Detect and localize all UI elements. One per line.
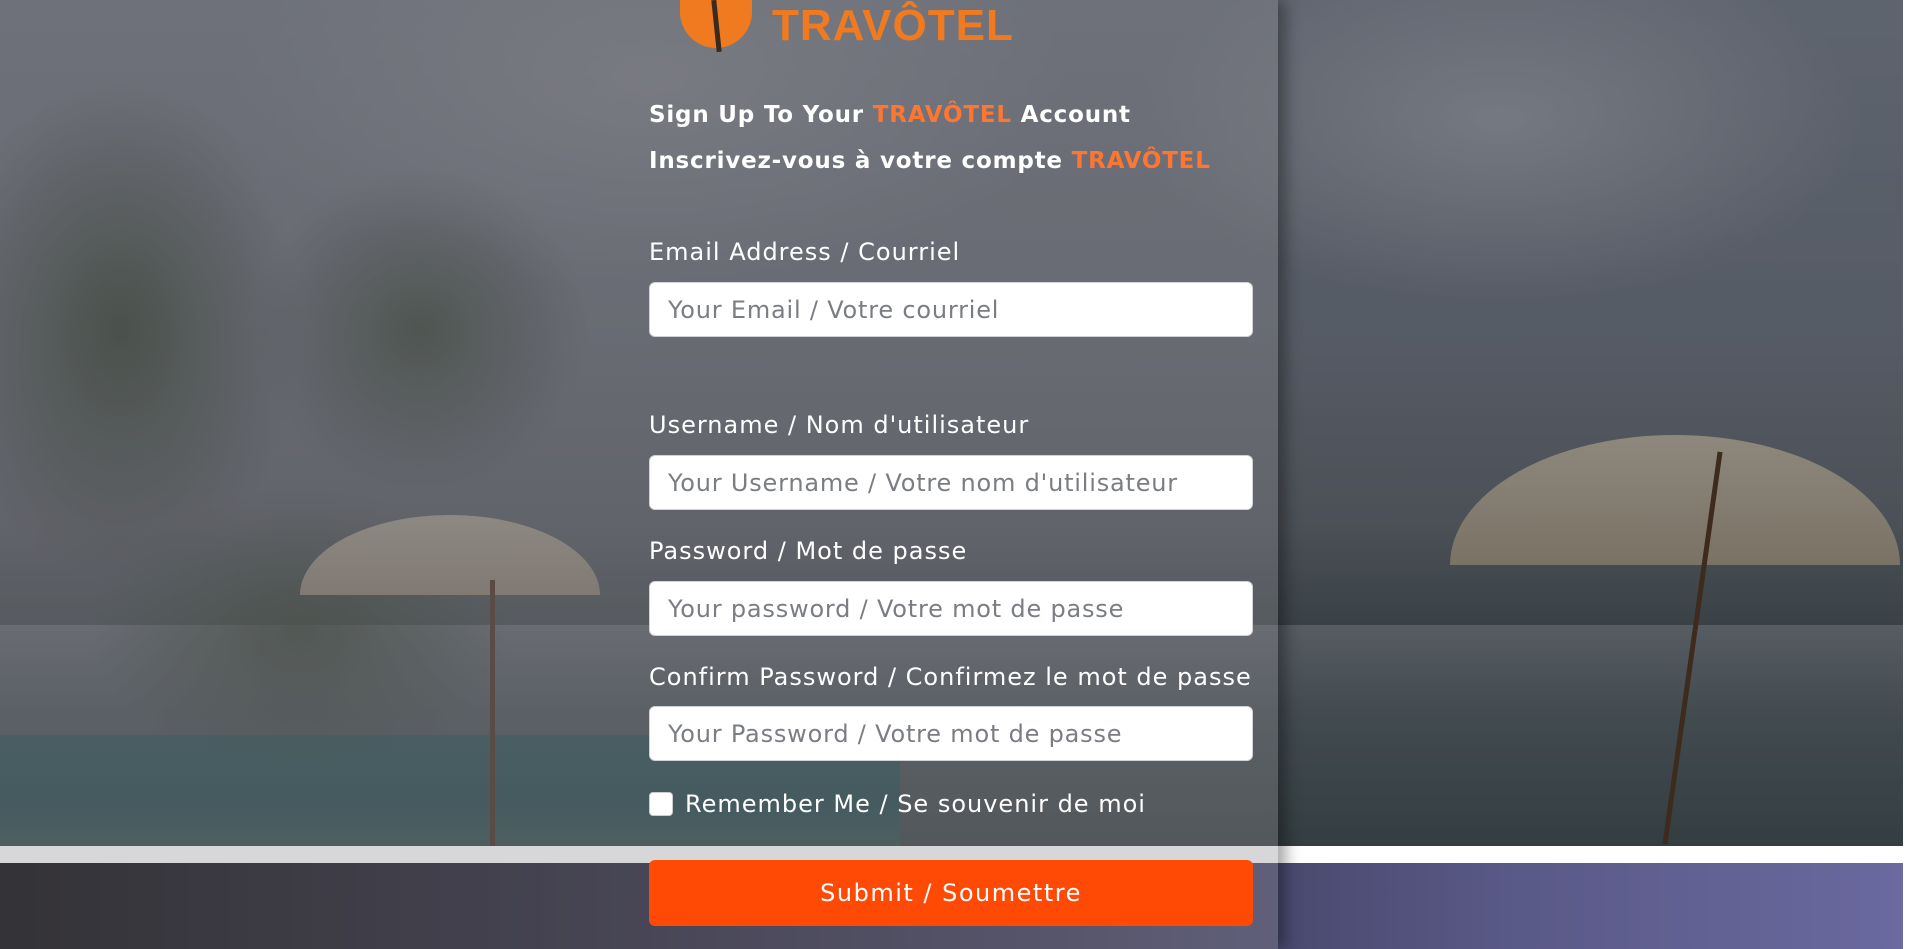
palm-logo-icon (680, 0, 752, 48)
remember-me-row: Remember Me / Se souvenir de moi (649, 790, 1146, 818)
logo-text: TRAVÔTEL (772, 1, 1014, 50)
password-label: Password / Mot de passe (649, 537, 968, 565)
confirm-password-label: Confirm Password / Confirmez le mot de p… (649, 663, 1252, 691)
logo: TRAVÔTEL (680, 0, 1014, 48)
heading-en-brand: TRAVÔTEL (872, 102, 1012, 128)
signup-heading-en: Sign Up To Your TRAVÔTEL Account (649, 102, 1131, 128)
heading-en-prefix: Sign Up To Your (649, 102, 873, 128)
heading-fr-brand: TRAVÔTEL (1071, 148, 1211, 174)
remember-me-label[interactable]: Remember Me / Se souvenir de moi (685, 790, 1146, 818)
username-label: Username / Nom d'utilisateur (649, 411, 1030, 439)
signup-heading-fr: Inscrivez-vous à votre compte TRAVÔTEL (649, 148, 1211, 174)
email-label: Email Address / Courriel (649, 238, 961, 266)
heading-en-suffix: Account (1011, 102, 1131, 128)
password-field[interactable] (649, 581, 1253, 636)
submit-button[interactable]: Submit / Soumettre (649, 860, 1253, 926)
heading-fr-prefix: Inscrivez-vous à votre compte (649, 148, 1072, 174)
remember-me-checkbox[interactable] (649, 792, 673, 816)
email-field[interactable] (649, 282, 1253, 337)
username-field[interactable] (649, 455, 1253, 510)
confirm-password-field[interactable] (649, 706, 1253, 761)
